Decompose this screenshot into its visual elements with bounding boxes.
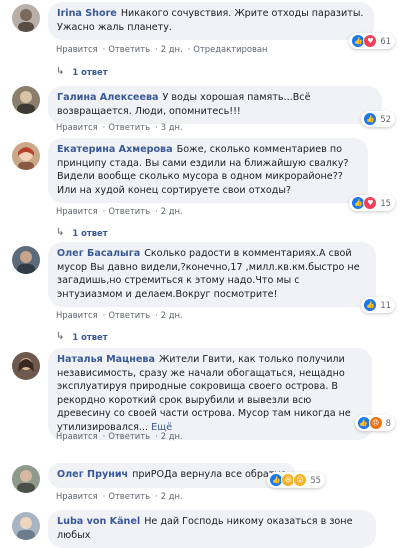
like-button[interactable]: Нравится — [56, 122, 98, 132]
replies-count[interactable]: 1 ответ — [72, 332, 107, 342]
comment-text: приРОДа вернула все обратно — [132, 469, 287, 480]
comment-author[interactable]: Наталья Мацнева — [57, 354, 155, 365]
reply-button[interactable]: Ответить — [108, 122, 150, 132]
avatar[interactable] — [12, 142, 40, 170]
comment-bubble: Олег Прунич приРОДа вернула все обратно — [48, 463, 296, 488]
avatar[interactable] — [12, 86, 40, 114]
comment-author[interactable]: Irina Shore — [57, 8, 117, 19]
view-replies[interactable]: ↳ 1 ответ — [56, 227, 108, 238]
comment-actions: Нравится · Ответить · 2 дн. — [56, 310, 183, 320]
reply-button[interactable]: Ответить — [108, 44, 150, 54]
reactions[interactable]: 👍 😆 😮 55 — [267, 472, 325, 488]
like-button[interactable]: Нравится — [56, 431, 98, 441]
reaction-count: 8 — [385, 418, 391, 428]
comment-actions: Нравится · Ответить · 2 дн. — [56, 491, 183, 501]
comment-bubble: Галина Алексеева У воды хорошая память...… — [48, 86, 382, 124]
comment-actions: Нравится · Ответить · 2 дн. — [56, 431, 183, 441]
avatar[interactable] — [12, 512, 40, 540]
comment-bubble: Luba von Känel Не дай Господь никому оказ… — [48, 510, 376, 548]
timestamp[interactable]: 2 дн. — [161, 206, 183, 216]
comment-actions: Нравится · Ответить · 2 дн. — [56, 206, 183, 216]
timestamp[interactable]: 3 дн. — [161, 122, 183, 132]
comment-author[interactable]: Галина Алексеева — [57, 92, 159, 103]
angry-icon: 😠 — [368, 416, 383, 430]
love-icon: ♥ — [363, 34, 378, 48]
timestamp[interactable]: 2 дн. — [161, 431, 183, 441]
reply-arrow-icon: ↳ — [56, 331, 65, 342]
reactions[interactable]: 👍 ♥ 15 — [349, 195, 395, 211]
reply-button[interactable]: Ответить — [108, 310, 150, 320]
view-replies[interactable]: ↳ 1 ответ — [56, 331, 108, 342]
reactions[interactable]: 👍 ♥ 61 — [349, 33, 395, 49]
comment-actions: Нравится · Ответить · 3 дн. — [56, 122, 183, 132]
wow-icon: 😮 — [293, 473, 308, 487]
like-button[interactable]: Нравится — [56, 206, 98, 216]
like-icon: 👍 — [363, 112, 378, 126]
replies-count[interactable]: 1 ответ — [72, 228, 107, 238]
comment-bubble: Наталья Мацнева Жители Гвити, как только … — [48, 348, 372, 440]
love-icon: ♥ — [363, 196, 378, 210]
timestamp[interactable]: 2 дн. — [161, 310, 183, 320]
timestamp[interactable]: 2 дн. — [161, 491, 183, 501]
comment-bubble: Олег Басалыга Сколько радости в комментар… — [48, 242, 376, 307]
reply-button[interactable]: Ответить — [108, 491, 150, 501]
reaction-count: 11 — [380, 300, 391, 310]
reply-arrow-icon: ↳ — [56, 66, 65, 77]
reaction-count: 15 — [380, 198, 391, 208]
reply-button[interactable]: Ответить — [108, 206, 150, 216]
avatar[interactable] — [12, 4, 40, 32]
view-replies[interactable]: ↳ 1 ответ — [56, 66, 108, 77]
reactions[interactable]: 👍 52 — [361, 111, 395, 127]
comment-bubble: Irina Shore Никакого сочувствия. Жрите от… — [48, 2, 374, 40]
reaction-count: 55 — [310, 475, 321, 485]
reply-button[interactable]: Ответить — [108, 431, 150, 441]
like-button[interactable]: Нравится — [56, 310, 98, 320]
comment-author[interactable]: Олег Басалыга — [57, 248, 140, 259]
comment-author[interactable]: Олег Прунич — [57, 469, 128, 480]
reaction-count: 52 — [380, 114, 391, 124]
replies-count[interactable]: 1 ответ — [72, 67, 107, 77]
like-button[interactable]: Нравится — [56, 44, 98, 54]
edited-label[interactable]: Отредактирован — [193, 44, 267, 54]
timestamp[interactable]: 2 дн. — [161, 44, 183, 54]
comment-bubble: Екатерина Ахмерова Боже, сколько коммента… — [48, 138, 368, 203]
reply-arrow-icon: ↳ — [56, 227, 65, 238]
comment-text: Жители Гвити, как только получили незави… — [57, 354, 351, 433]
comment-actions: Нравится · Ответить · 2 дн. · Отредактирован — [56, 44, 268, 54]
avatar[interactable] — [12, 465, 40, 493]
like-button[interactable]: Нравится — [56, 491, 98, 501]
reactions[interactable]: 👍 😠 8 — [354, 415, 395, 431]
like-icon: 👍 — [363, 298, 378, 312]
avatar[interactable] — [12, 352, 40, 380]
avatar[interactable] — [12, 246, 40, 274]
comment-author[interactable]: Екатерина Ахмерова — [57, 144, 173, 155]
comment-author[interactable]: Luba von Känel — [57, 516, 140, 527]
reaction-count: 61 — [380, 36, 391, 46]
reactions[interactable]: 👍 11 — [361, 297, 395, 313]
